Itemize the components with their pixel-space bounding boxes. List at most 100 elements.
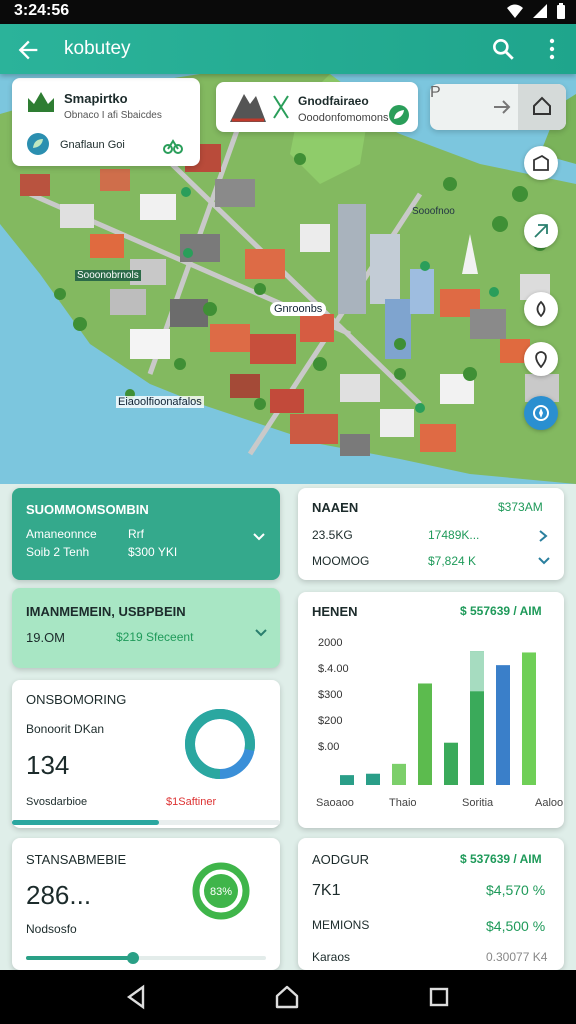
- standard-value: 286...: [26, 880, 92, 910]
- park-icon: [28, 92, 54, 112]
- leaf-badge-icon: [389, 105, 409, 125]
- bar: [418, 683, 432, 785]
- signal-icon: [533, 4, 547, 18]
- summary-row2-label: Soib 2 Tenh: [26, 545, 90, 559]
- location-pin-icon: [535, 351, 547, 368]
- location-button[interactable]: [524, 342, 558, 376]
- x-tick-label: Aaloo: [535, 797, 563, 809]
- bar: [522, 652, 536, 785]
- y-tick-label: $.00: [318, 741, 339, 753]
- chevron-down-icon[interactable]: [254, 628, 268, 638]
- standard-panel: STANSABMEBIE 286... Nodsosfo 83%: [12, 838, 280, 970]
- agour-title: AODGUR: [312, 852, 370, 867]
- ops-progress-fill: [12, 820, 160, 825]
- bar-chart: 2000 $.4.00 $300 $200 $.00 Saoaoo Thaio Soritia…: [316, 637, 563, 809]
- wifi-icon: [507, 4, 523, 18]
- app-bar: kobutey: [0, 24, 576, 74]
- agour-row3-value: 0.30077 K4: [486, 950, 548, 964]
- standard-title: STANSABMEBIE: [26, 852, 127, 867]
- arrow-left-icon[interactable]: [14, 36, 42, 64]
- stats-panel[interactable]: NAAEN $373AM 23.5KG 17489K... MOOMOG $7,…: [298, 488, 564, 580]
- summary-row1-label: Amaneonnce: [26, 527, 97, 541]
- nav-back-icon[interactable]: [124, 984, 150, 1010]
- x-tick-label: Soritia: [462, 797, 494, 809]
- stats-link[interactable]: $373AM: [498, 500, 543, 514]
- x-tick-label: Saoaoo: [316, 797, 354, 809]
- stats-title: NAAEN: [312, 500, 359, 515]
- standard-subtitle: Nodsosfo: [26, 922, 77, 936]
- agour-row1-label: 7K1: [312, 882, 341, 899]
- nav-recents-icon[interactable]: [426, 984, 452, 1010]
- y-tick-label: 2000: [318, 637, 342, 649]
- bar: [444, 742, 458, 785]
- close-x-icon[interactable]: [272, 94, 290, 120]
- summary-title: SUOMMOMSOMBIN: [26, 502, 149, 517]
- home-button[interactable]: [518, 84, 566, 130]
- map-label-pier: Eiaoolfioonafalos: [116, 396, 204, 408]
- agour-row2-label: MEMIONS: [312, 918, 370, 932]
- standard-slider[interactable]: [26, 952, 266, 964]
- y-tick-label: $300: [318, 689, 342, 701]
- route-bar[interactable]: P: [430, 84, 566, 130]
- arrow-right-icon: [494, 100, 511, 114]
- nav-home-icon[interactable]: [274, 984, 300, 1010]
- bar: [340, 775, 354, 785]
- route-label: P: [430, 84, 441, 101]
- home-icon: [533, 96, 551, 115]
- agour-row2-value: $4,500 %: [486, 918, 546, 934]
- chevron-right-icon[interactable]: [538, 530, 548, 542]
- place-card-1[interactable]: Smapirtko Obnaco I afi Sbaicdes Gnaflaun…: [12, 78, 200, 166]
- bar: [366, 773, 380, 785]
- standard-slider-thumb[interactable]: [127, 952, 139, 964]
- layers-button[interactable]: [524, 146, 558, 180]
- bar-segment: [470, 651, 484, 692]
- explore-icon: [536, 300, 546, 318]
- ops-footer-value: $1Saftiner: [166, 796, 217, 808]
- summary-panel[interactable]: SUOMMOMSOMBIN Amaneonnce Rrf Soib 2 Tenh…: [12, 488, 280, 580]
- map-label-shore: Sooofnoo: [412, 206, 455, 217]
- operations-panel: ONSBOMORING Bonoorit DKan 134 Svosdarbio…: [12, 680, 280, 828]
- ops-progress-track: [12, 820, 280, 825]
- ops-footer-label: Svosdarbioe: [26, 796, 88, 808]
- bar: [496, 665, 510, 785]
- landmark-icon: [230, 94, 266, 122]
- y-tick-label: $.4.00: [318, 663, 349, 675]
- maintenance-row-label: 19.OM: [26, 630, 66, 645]
- maintenance-panel[interactable]: IMANMEMEIN, USBPBEIN 19.OM $219 Sfeceent: [12, 588, 280, 668]
- place-card-2[interactable]: Gnodfairaeo Ooodonfomomons: [216, 82, 418, 132]
- donut-chart: [185, 709, 255, 779]
- bike-icon: [163, 139, 183, 154]
- y-tick-label: $200: [318, 715, 342, 727]
- stats-row2-value: $7,824 K: [428, 554, 477, 568]
- summary-row2-value: $300 YKI: [128, 545, 178, 559]
- ops-subtitle: Bonoorit DKan: [26, 722, 105, 736]
- agour-panel: AODGUR $ 537639 / AIM 7K1 $4,570 % MEMIO…: [298, 838, 564, 970]
- directions-icon: [534, 224, 548, 238]
- map-label-district: Sooonobrnols: [75, 270, 141, 281]
- place-card-1-row: Gnaflaun Goi: [60, 139, 125, 151]
- search-icon[interactable]: [490, 36, 516, 62]
- bar: [392, 763, 406, 785]
- map-view[interactable]: Sooonobrnols Gnroonbs Eiaoolfioonafalos …: [0, 74, 576, 484]
- stats-row1-value: 17489K...: [428, 528, 480, 542]
- place-card-1-subtitle: Obnaco I afi Sbaicdes: [64, 110, 162, 121]
- stats-row1-label: 23.5KG: [312, 528, 353, 542]
- ops-title: ONSBOMORING: [26, 692, 127, 707]
- maintenance-title: IMANMEMEIN, USBPBEIN: [26, 604, 186, 619]
- more-vert-icon[interactable]: [542, 36, 562, 62]
- standard-slider-fill: [26, 952, 139, 964]
- chevron-down-icon[interactable]: [538, 556, 550, 566]
- compass-icon: [533, 405, 549, 421]
- chart-panel: HENEN $ 557639 / AIM 2000 $.4.00 $300 $200 $…: [298, 592, 564, 828]
- battery-icon: [557, 3, 565, 19]
- compass-button[interactable]: [524, 396, 558, 430]
- chevron-down-icon[interactable]: [252, 532, 266, 542]
- agour-row1-value: $4,570 %: [486, 882, 546, 898]
- place-card-2-subtitle: Ooodonfomomons: [298, 112, 389, 124]
- map-label-plaza: Gnroonbs: [270, 302, 327, 316]
- directions-button[interactable]: [524, 214, 558, 248]
- layers-icon: [533, 154, 549, 171]
- ops-value: 134: [26, 750, 70, 780]
- explore-button[interactable]: [524, 292, 558, 326]
- maintenance-row-value: $219 Sfeceent: [116, 630, 194, 644]
